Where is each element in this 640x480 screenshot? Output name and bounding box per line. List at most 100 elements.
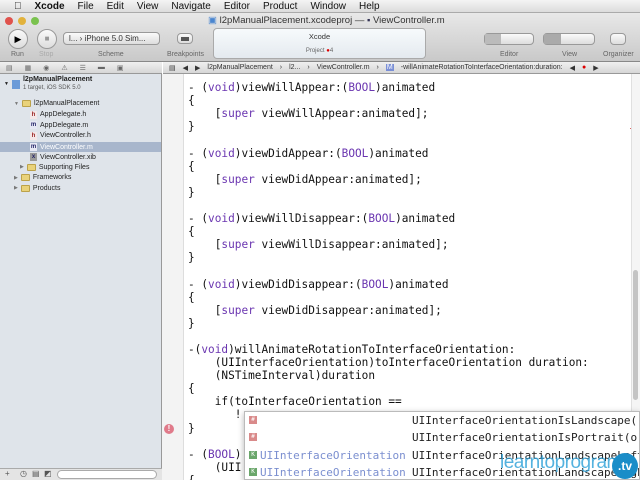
- code-line: 55: [185, 330, 630, 343]
- menu-edit[interactable]: Edit: [107, 1, 124, 12]
- run-label: Run: [11, 51, 24, 58]
- breakpoints-button[interactable]: [177, 33, 193, 44]
- activity-viewer: Xcode Project ●4: [213, 28, 426, 59]
- assistant-editor-icon[interactable]: [501, 34, 517, 44]
- close-button[interactable]: [5, 17, 13, 25]
- navigator-item[interactable]: ▶ Frameworks: [14, 174, 71, 182]
- project-navigator-icon[interactable]: ▤: [6, 64, 13, 72]
- menu-app[interactable]: Xcode: [35, 1, 65, 12]
- navigator-item[interactable]: ▼ l2pManualPlacement: [14, 100, 99, 107]
- disclosure-open-icon[interactable]: ▼: [4, 81, 9, 87]
- constant-icon: K: [249, 468, 257, 477]
- code-keyword: super: [221, 172, 255, 186]
- utilities-toggle-icon[interactable]: [577, 34, 594, 44]
- disclosure-closed-icon[interactable]: ▶: [14, 175, 18, 181]
- minimize-button[interactable]: [18, 17, 26, 25]
- menu-editor[interactable]: Editor: [224, 1, 250, 12]
- run-button[interactable]: ▶: [8, 29, 28, 49]
- back-icon[interactable]: ◀: [183, 64, 188, 72]
- search-navigator-icon[interactable]: ◉: [43, 64, 49, 72]
- completion-item[interactable]: # UIInterfaceOrientationIsPortrait(o: [245, 429, 639, 446]
- navigator-item[interactable]: ▶ Supporting Files: [20, 163, 90, 171]
- debug-toggle-icon[interactable]: [561, 34, 578, 44]
- issue-icon[interactable]: ●: [582, 64, 586, 71]
- menu-product[interactable]: Product: [263, 1, 297, 12]
- scm-status-icon[interactable]: ▤: [32, 469, 40, 478]
- code-token: }: [188, 316, 195, 330]
- apple-menu-icon[interactable]: : [14, 1, 22, 12]
- log-navigator-icon[interactable]: ▣: [117, 64, 124, 72]
- code-text: - (void)viewDidAppear:(BOOL)animated: [188, 147, 428, 160]
- scheme-selector[interactable]: l... › iPhone 5.0 Sim...: [63, 32, 160, 45]
- code-text: - (void)viewWillAppear:(BOOL)animated: [188, 81, 435, 94]
- organizer-button[interactable]: [610, 33, 626, 45]
- navigator-item[interactable]: h AppDelegate.h: [30, 110, 86, 119]
- stop-button[interactable]: ■: [37, 29, 57, 49]
- disclosure-open-icon[interactable]: ▼: [14, 101, 19, 107]
- code-line: 45: [185, 199, 630, 212]
- error-marker-icon[interactable]: !: [164, 424, 174, 434]
- code-line: 47{: [185, 225, 630, 238]
- disclosure-closed-icon[interactable]: ▶: [20, 164, 24, 170]
- navigator-item[interactable]: m ViewController.m: [0, 142, 161, 153]
- activity-title: Xcode: [308, 32, 331, 41]
- issue-prev-icon[interactable]: ◀: [570, 64, 575, 72]
- xib-file-icon: x: [30, 153, 37, 161]
- issue-count[interactable]: 4: [330, 48, 333, 54]
- code-text: {: [188, 94, 195, 107]
- navigator-item[interactable]: m AppDelegate.m: [30, 121, 89, 130]
- related-items-icon[interactable]: ▤: [169, 64, 176, 72]
- jump-folder[interactable]: l2...: [289, 64, 300, 71]
- navigator-item-label: Supporting Files: [38, 163, 90, 171]
- scheme-target: l...: [69, 34, 78, 43]
- project-subtitle: 1 target, iOS SDK 5.0: [22, 85, 81, 91]
- zoom-button[interactable]: [31, 17, 39, 25]
- project-navigator: ▼ l2pManualPlacement 1 target, iOS SDK 5…: [0, 74, 162, 468]
- code-line: 40: [185, 133, 630, 146]
- symbol-navigator-icon[interactable]: ▦: [25, 64, 32, 72]
- code-line: 50: [185, 264, 630, 277]
- navigator-item[interactable]: ▶ Products: [14, 184, 60, 192]
- add-icon[interactable]: +: [5, 469, 10, 478]
- code-token: - (: [188, 146, 209, 160]
- code-token: )willAnimateRotationToInterfaceOrientati…: [228, 342, 516, 356]
- completion-item[interactable]: # UIInterfaceOrientationIsLandscape(: [245, 412, 639, 429]
- code-text: }: [188, 251, 195, 264]
- menu-navigate[interactable]: Navigate: [171, 1, 210, 12]
- navigator-item-label: ViewController.h: [40, 132, 91, 140]
- breakpoint-navigator-icon[interactable]: ▬: [98, 64, 105, 71]
- navigator-item[interactable]: x ViewController.xib: [30, 153, 96, 161]
- menu-help[interactable]: Help: [359, 1, 380, 12]
- unsaved-icon[interactable]: ◩: [44, 469, 52, 478]
- menu-file[interactable]: File: [78, 1, 94, 12]
- filter-input[interactable]: [57, 470, 157, 479]
- code-token: (UII: [188, 460, 242, 474]
- navigator-item[interactable]: h ViewController.h: [30, 131, 91, 140]
- disclosure-closed-icon[interactable]: ▶: [14, 185, 18, 191]
- code-keyword: BOOL: [348, 81, 376, 95]
- debug-navigator-icon[interactable]: ☰: [80, 64, 86, 72]
- version-editor-icon[interactable]: [517, 34, 533, 44]
- issue-navigator-icon[interactable]: ⚠: [61, 64, 67, 72]
- code-token: {: [188, 290, 195, 304]
- code-token: ): [234, 447, 242, 461]
- menu-window[interactable]: Window: [310, 1, 346, 12]
- jump-file[interactable]: ViewController.m: [317, 64, 370, 71]
- jump-project[interactable]: l2pManualPlacement: [207, 64, 272, 71]
- scrollbar-thumb[interactable]: [633, 270, 638, 400]
- h-file-icon: h: [30, 131, 37, 140]
- code-token: )animated: [368, 146, 429, 160]
- editor-segmented: [484, 33, 534, 45]
- jump-method[interactable]: -willAnimateRotationToInterfaceOrientati…: [401, 64, 563, 71]
- navigator-item-label: AppDelegate.m: [40, 121, 89, 129]
- code-text: }: [188, 317, 195, 330]
- menu-view[interactable]: View: [137, 1, 159, 12]
- standard-editor-icon[interactable]: [485, 34, 501, 44]
- project-root[interactable]: ▼ l2pManualPlacement 1 target, iOS SDK 5…: [4, 76, 92, 92]
- forward-icon[interactable]: ▶: [195, 64, 200, 72]
- code-line: 56-(void)willAnimateRotationToInterfaceO…: [185, 343, 630, 356]
- code-keyword: void: [201, 342, 229, 356]
- recent-files-icon[interactable]: ◷: [20, 469, 27, 478]
- issue-next-icon[interactable]: ▶: [593, 64, 598, 72]
- navigator-toggle-icon[interactable]: [544, 34, 561, 44]
